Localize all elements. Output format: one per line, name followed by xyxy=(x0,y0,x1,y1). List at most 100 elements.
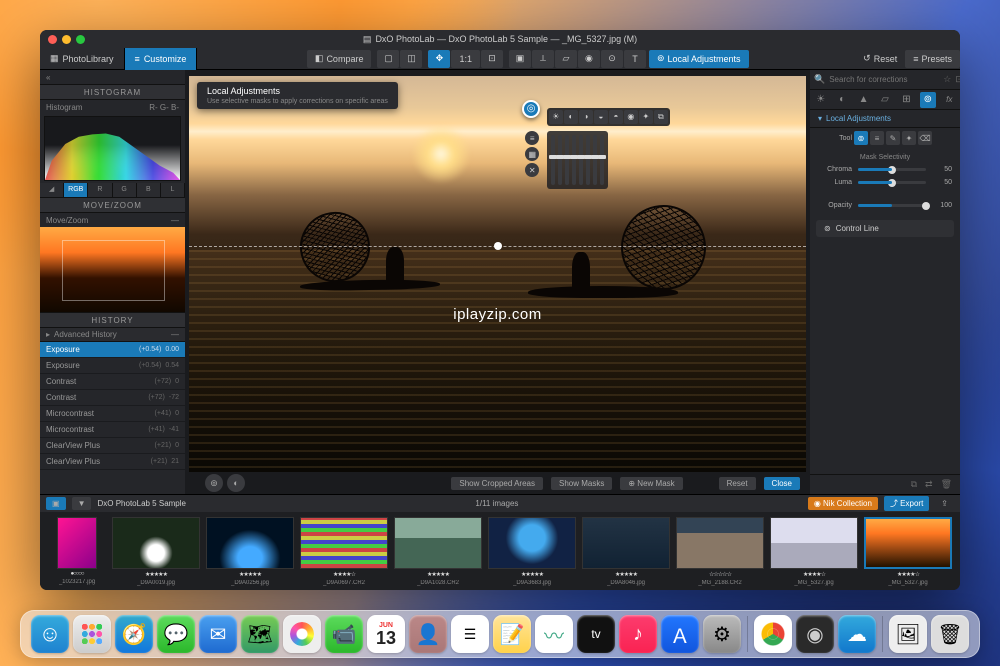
palette-detail-icon[interactable]: ▲ xyxy=(856,92,872,108)
luma-slider[interactable] xyxy=(858,181,926,184)
mask-tool-icon[interactable]: ◒ xyxy=(594,110,608,124)
mask-list-item[interactable]: ⊚ Control Line xyxy=(816,220,954,237)
opacity-slider[interactable] xyxy=(858,204,926,207)
channel-tab-shadow[interactable]: ◢ xyxy=(40,183,64,197)
dock-mail-icon[interactable]: ✉ xyxy=(199,615,237,653)
mask-tool-icon[interactable]: ◐ xyxy=(564,110,578,124)
palette-color-icon[interactable]: ◐ xyxy=(834,92,850,108)
dock-launchpad-icon[interactable] xyxy=(73,615,111,653)
mask-tool-icon[interactable]: ◉ xyxy=(624,110,638,124)
horizon-tool-button[interactable]: ⟂ xyxy=(532,50,554,68)
tab-customize[interactable]: ≡ Customize xyxy=(125,48,198,70)
mask-tool-icon[interactable]: ⧉ xyxy=(654,110,668,124)
channel-tab-g[interactable]: G xyxy=(113,183,137,197)
filter-button[interactable]: ▼ xyxy=(72,497,92,510)
duplicate-icon[interactable]: ⧉ xyxy=(911,479,917,490)
dock-trash-icon[interactable]: 🗑 xyxy=(931,615,969,653)
canvas[interactable]: iplayzip.com Local Adjustments Use selec… xyxy=(189,76,806,472)
close-mask-button[interactable]: Close xyxy=(764,477,800,490)
mask-tool-icon[interactable]: ◑ xyxy=(579,110,593,124)
tool-autobrush-icon[interactable]: ✦ xyxy=(902,131,916,145)
layout-split-button[interactable]: ◫ xyxy=(400,50,422,68)
thumbnail[interactable]: ★★★★★_D9A0256.jpg xyxy=(206,517,294,586)
thumbnail[interactable]: ★★★★★_D9A0019.jpg xyxy=(112,517,200,586)
eye-icon[interactable]: ⊚ xyxy=(205,474,223,492)
chroma-slider[interactable] xyxy=(858,168,926,171)
presets-button[interactable]: ≡ Presets xyxy=(905,50,960,68)
mask-overlay-icon[interactable]: ◐ xyxy=(227,474,245,492)
palette-geometry-icon[interactable]: ▱ xyxy=(877,92,893,108)
history-item[interactable]: Microcontrast(+41)-41 xyxy=(40,422,185,438)
layout-single-button[interactable]: ▢ xyxy=(377,50,399,68)
dock-calendar-icon[interactable]: JUN13 xyxy=(367,615,405,653)
history-item[interactable]: ClearView Plus(+21)21 xyxy=(40,454,185,470)
dock-maps-icon[interactable]: 🗺 xyxy=(241,615,279,653)
move-tool-button[interactable]: ✥ xyxy=(428,50,450,68)
filmstrip[interactable]: ●○○○○_1023217.jpg ★★★★★_D9A0019.jpg ★★★★… xyxy=(40,512,960,590)
reset-button[interactable]: ↺ Reset xyxy=(855,50,905,68)
history-item[interactable]: Exposure(+0.54)0.00 xyxy=(40,342,185,358)
show-cropped-button[interactable]: Show Cropped Areas xyxy=(451,477,543,490)
redeye-tool-button[interactable]: ⊙ xyxy=(601,50,623,68)
palette-fx-icon[interactable]: fx xyxy=(941,92,957,108)
local-adjustments-button[interactable]: ⊚Local Adjustments xyxy=(649,50,749,68)
history-item[interactable]: Contrast(+72)-72 xyxy=(40,390,185,406)
thumbnail[interactable]: ☆☆☆☆☆_MG_2188.CR2 xyxy=(676,517,764,586)
channel-tab-rgb[interactable]: RGB xyxy=(64,183,88,197)
palette-watermark-icon[interactable]: ⊞ xyxy=(898,92,914,108)
dock-obs-icon[interactable]: ◉ xyxy=(796,615,834,653)
watermark-tool-button[interactable]: T xyxy=(624,50,646,68)
mask-side-icon[interactable]: ✕ xyxy=(525,163,539,177)
show-masks-button[interactable]: Show Masks xyxy=(551,477,612,490)
dock-contacts-icon[interactable]: 👤 xyxy=(409,615,447,653)
dock-appstore-icon[interactable]: Ａ xyxy=(661,615,699,653)
mask-tool-icon[interactable]: ◓ xyxy=(609,110,623,124)
dock-recent-icon[interactable]: 🖼 xyxy=(889,615,927,653)
dock-photos-icon[interactable] xyxy=(283,615,321,653)
zoom-ratio-button[interactable]: 1:1 xyxy=(451,50,480,68)
thumbnail[interactable]: ★★★★☆_MG_5327.jpg xyxy=(770,517,858,586)
tool-brush-icon[interactable]: ✎ xyxy=(886,131,900,145)
mask-tool-icon[interactable]: ☀ xyxy=(549,110,563,124)
palette-light-icon[interactable]: ☀ xyxy=(813,92,829,108)
dock-music-icon[interactable]: ♪ xyxy=(619,615,657,653)
dock-notes-icon[interactable]: 📝 xyxy=(493,615,531,653)
invert-icon[interactable]: ⇄ xyxy=(925,479,933,490)
navigator-thumbnail[interactable] xyxy=(40,227,185,312)
control-line-handle[interactable] xyxy=(494,242,502,250)
thumbnail[interactable]: ★★★★★_D9A3683.jpg xyxy=(488,517,576,586)
tool-controlline-icon[interactable]: ⊚ xyxy=(854,131,868,145)
thumbnail[interactable]: ★★★★☆_D9A0697.CR2 xyxy=(300,517,388,586)
dock-tv-icon[interactable]: tv xyxy=(577,615,615,653)
thumbnail[interactable]: ★★★★★_D9A8046.jpg xyxy=(582,517,670,586)
thumbnail[interactable]: ★★★★★_D9A1028.CR2 xyxy=(394,517,482,586)
star-icon[interactable]: ☆ xyxy=(943,74,951,85)
history-item[interactable]: ClearView Plus(+21)0 xyxy=(40,438,185,454)
channel-tab-b[interactable]: B xyxy=(137,183,161,197)
dock-chrome-icon[interactable] xyxy=(754,615,792,653)
local-adjustments-section[interactable]: ▾Local Adjustments xyxy=(810,110,960,128)
tool-graduated-icon[interactable]: ≡ xyxy=(870,131,884,145)
perspective-tool-button[interactable]: ▱ xyxy=(555,50,577,68)
new-mask-button[interactable]: ⊕ New Mask xyxy=(620,477,682,490)
repair-tool-button[interactable]: ◉ xyxy=(578,50,600,68)
advanced-history-label[interactable]: Advanced History xyxy=(50,330,171,339)
mask-equalizer[interactable] xyxy=(547,131,608,189)
source-browser-button[interactable]: ▣ xyxy=(46,497,66,510)
history-item[interactable]: Microcontrast(+41)0 xyxy=(40,406,185,422)
mask-side-icon[interactable]: ▦ xyxy=(525,147,539,161)
thumbnail[interactable]: ★★★★☆_MG_5327.jpg xyxy=(864,517,952,586)
compare-button[interactable]: ◧Compare xyxy=(307,50,372,68)
dock-finder-icon[interactable]: ☺ xyxy=(31,615,69,653)
history-item[interactable]: Contrast(+72)0 xyxy=(40,374,185,390)
mask-tool-icon[interactable]: ✦ xyxy=(639,110,653,124)
history-item[interactable]: Exposure(+0.54)0.54 xyxy=(40,358,185,374)
tool-eraser-icon[interactable]: ⌫ xyxy=(918,131,932,145)
export-button[interactable]: ⤴ Export xyxy=(884,496,929,511)
dock-settings-icon[interactable]: ⚙ xyxy=(703,615,741,653)
thumbnail[interactable]: ●○○○○_1023217.jpg xyxy=(48,517,106,585)
dock-reminders-icon[interactable]: ☰ xyxy=(451,615,489,653)
trash-icon[interactable]: 🗑 xyxy=(941,479,952,490)
mask-pin[interactable]: ◎ xyxy=(522,100,540,118)
dock-freeform-icon[interactable]: 〰 xyxy=(535,615,573,653)
